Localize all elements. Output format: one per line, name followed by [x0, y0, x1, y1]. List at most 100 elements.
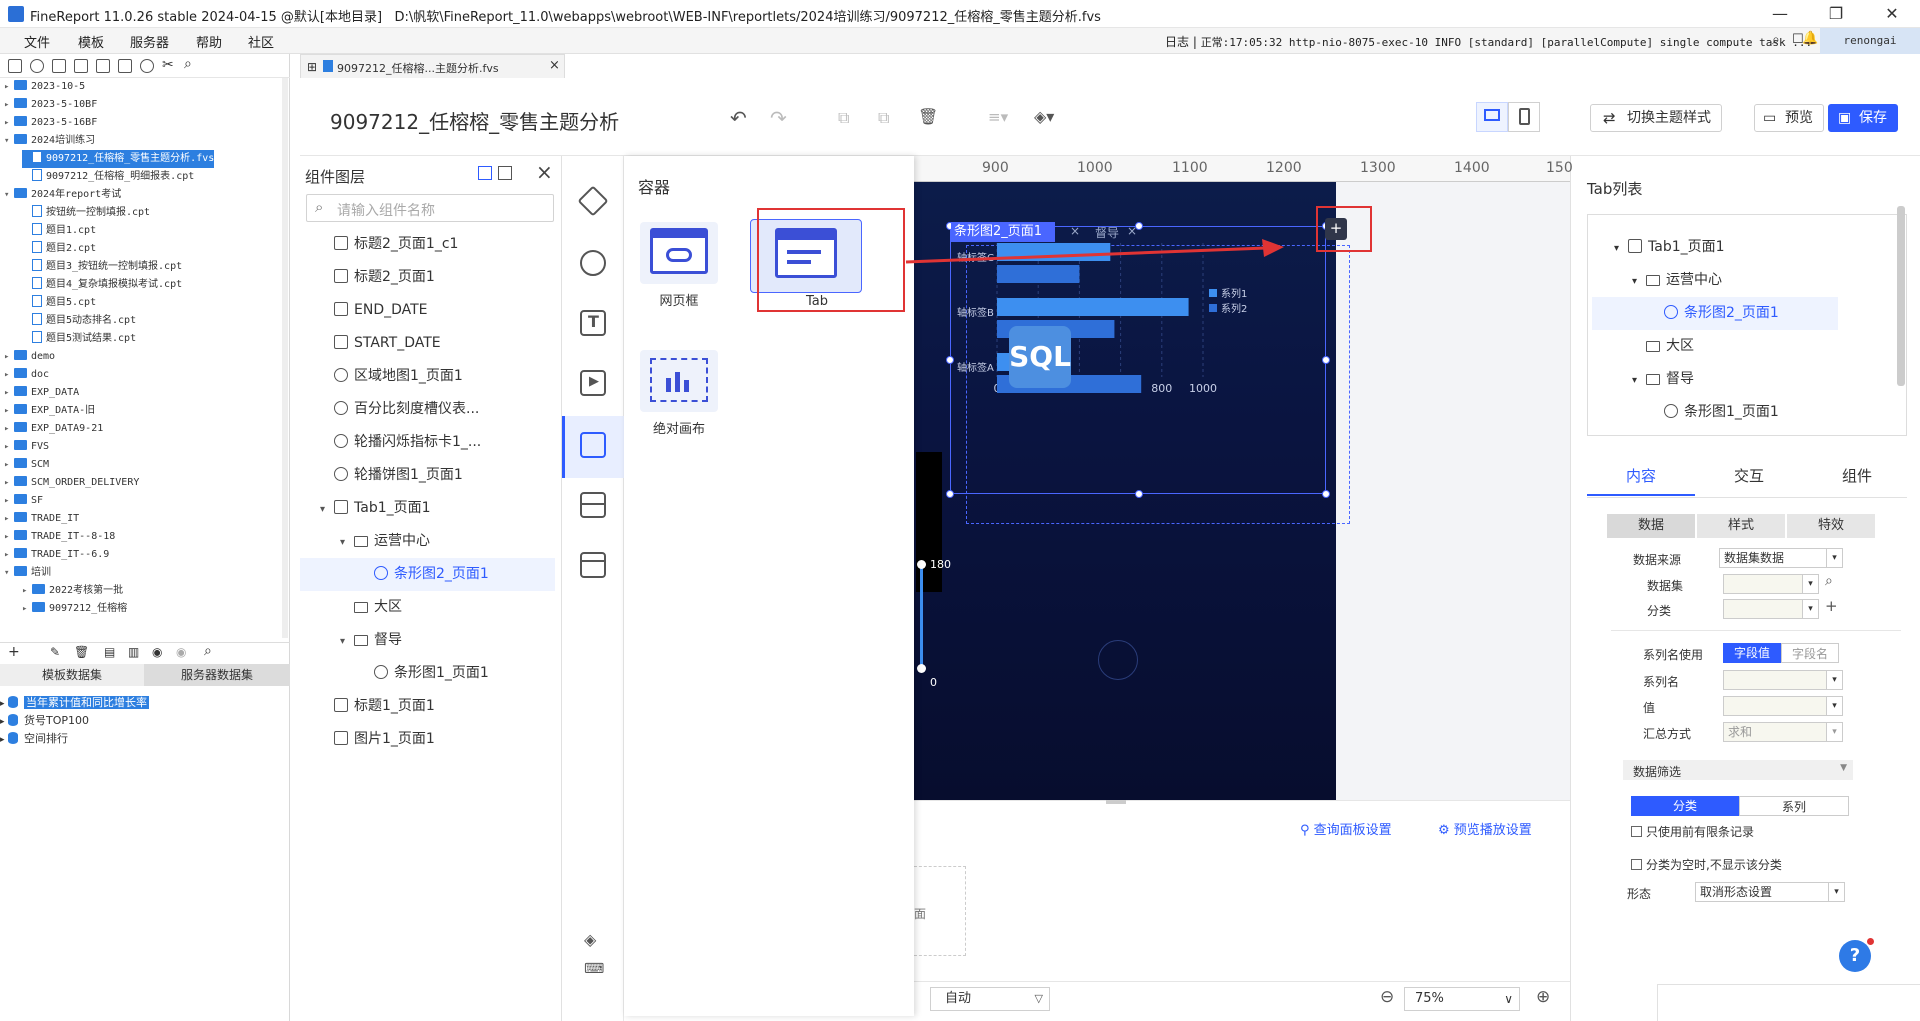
layer-row[interactable]: 轮播饼图1_页面1 [300, 459, 555, 492]
layer-row[interactable]: END_DATE [300, 294, 555, 327]
morph-select[interactable]: 取消形态设置 ▾ [1695, 882, 1845, 902]
align-icon[interactable]: ≡▾ [988, 108, 1008, 126]
mobile-view-icon[interactable] [1508, 102, 1540, 132]
copy-icon[interactable] [118, 59, 132, 73]
zoom-in-icon[interactable]: ⊕ [1536, 987, 1550, 1007]
tree-folder[interactable]: ▸ demo [4, 348, 55, 366]
slider-handle[interactable] [917, 664, 926, 673]
tree-toggle-icon[interactable]: ▸ [4, 114, 14, 132]
chevron-down-icon[interactable]: ▾ [320, 493, 334, 526]
layer-row[interactable]: ▾ 运营中心 [300, 525, 555, 558]
tab-list-item[interactable]: 条形图2_页面1 [1592, 297, 1838, 330]
layer-row[interactable]: 区域地图1_页面1 [300, 360, 555, 393]
dataset-item[interactable]: ▸ 货号TOP100 [0, 712, 89, 730]
table-icon[interactable] [580, 492, 606, 518]
refresh-icon[interactable] [30, 59, 44, 73]
chevron-down-icon[interactable]: ▾ [340, 526, 354, 559]
layer-row[interactable]: 条形图2_页面1 [300, 558, 555, 591]
seg-field-value[interactable]: 字段值 [1723, 643, 1781, 663]
open-icon[interactable] [52, 59, 66, 73]
tab-list-item[interactable]: 条形图1_页面1 [1592, 396, 1838, 429]
data-source-select[interactable]: 数据集数据 ▾ [1719, 548, 1843, 568]
dataset-item[interactable]: ▸ 当年累计值和同比增长率 [0, 694, 149, 712]
layer-row[interactable]: 标题1_页面1 [300, 690, 555, 723]
tree-file[interactable]: 按钮统一控制填报.cpt [22, 204, 150, 222]
palette-item-iframe[interactable]: 网页框 [624, 212, 734, 312]
tree-toggle-icon[interactable]: ▸ [22, 600, 32, 618]
tree-file[interactable]: 9097212_任榕榕_明细报表.cpt [22, 168, 194, 186]
tree-file[interactable]: 9097212_任榕榕_零售主题分析.fvs [22, 150, 215, 168]
add-category-icon[interactable]: + [1825, 597, 1838, 615]
tree-folder[interactable]: ▾ 2024培训练习 [4, 132, 95, 150]
container-icon[interactable] [580, 432, 606, 458]
series-name-select[interactable]: ▾ [1723, 670, 1843, 690]
zoom-select[interactable]: 75% ∨ [1404, 987, 1520, 1011]
archive-icon[interactable] [580, 552, 606, 578]
tab-content[interactable]: 内容 [1587, 456, 1695, 496]
dataset-search-icon[interactable]: ⌕ [1825, 573, 1833, 589]
tree-toggle-icon[interactable]: ▸ [4, 456, 14, 474]
tab-server-dataset[interactable]: 服务器数据集 [144, 664, 290, 686]
chevron-down-icon[interactable]: ▾ [1632, 364, 1646, 397]
preview-button[interactable]: ▭ 预览 [1754, 104, 1824, 132]
tree-folder[interactable]: ▸ TRADE_IT--8-18 [4, 528, 115, 546]
tree-toggle-icon[interactable]: ▸ [4, 474, 14, 492]
layer-row[interactable]: 大区 [300, 591, 555, 624]
switch-theme-button[interactable]: ⇄ 切换主题样式 [1590, 104, 1722, 132]
tree-folder[interactable]: ▸ EXP_DATA9-21 [4, 420, 103, 438]
tree-folder[interactable]: ▸ doc [4, 366, 49, 384]
minimize-icon[interactable]: — [1752, 0, 1808, 28]
connection-icon[interactable]: ▥ [128, 645, 139, 659]
preview-play-settings-link[interactable]: ⚙ 预览播放设置 [1438, 819, 1532, 838]
tree-folder[interactable]: ▸ EXP_DATA [4, 384, 79, 402]
tree-folder[interactable]: ▸ 2023-5-16BF [4, 114, 97, 132]
tree-toggle-icon[interactable]: ▸ [4, 420, 14, 438]
resize-handle[interactable] [946, 490, 954, 498]
collapse-icon[interactable]: ✂ [162, 57, 176, 73]
tree-toggle-icon[interactable]: ▸ [4, 402, 14, 420]
subtab-effect[interactable]: 特效 [1787, 514, 1875, 538]
log-status[interactable]: 日志 | 正常:17:05:32 http-nio-8075-exec-10 I… [1165, 33, 1812, 50]
menu-template[interactable]: 模板 [78, 32, 104, 51]
locate-icon[interactable] [140, 59, 154, 73]
seg-filter-series[interactable]: 系列 [1739, 796, 1849, 816]
tree-folder[interactable]: ▸ 2023-10-5 [4, 78, 85, 96]
subtab-data[interactable]: 数据 [1607, 514, 1695, 538]
tab-component[interactable]: 组件 [1803, 456, 1911, 496]
undo-icon[interactable]: ↶ [730, 106, 747, 130]
seg-field-name[interactable]: 字段名 [1781, 643, 1839, 663]
tree-file[interactable]: 题目1.cpt [22, 222, 96, 240]
copy-component-icon[interactable]: ⧉ [838, 108, 849, 128]
subtab-style[interactable]: 样式 [1697, 514, 1785, 538]
add-dataset-icon[interactable]: + [8, 644, 20, 660]
close-tab-icon[interactable]: × [549, 58, 560, 73]
only-first-checkbox[interactable]: 只使用前有限条记录 [1631, 823, 1754, 840]
tree-toggle-icon[interactable]: ▸ [4, 348, 14, 366]
layer-order-icon[interactable]: ◈▾ [1034, 107, 1054, 126]
slider-handle[interactable] [917, 560, 926, 569]
layer-search-input[interactable]: ⌕ 请输入组件名称 [306, 194, 554, 222]
tree-file[interactable]: 题目2.cpt [22, 240, 96, 258]
maximize-icon[interactable]: ❐ [1808, 0, 1864, 28]
save-button[interactable]: ▣ 保存 [1828, 104, 1898, 132]
tab-list-item[interactable]: 大区 [1592, 330, 1838, 363]
tab-template-dataset[interactable]: 模板数据集 [0, 664, 144, 686]
list-view-icon[interactable] [498, 166, 512, 180]
resize-handle[interactable] [946, 356, 954, 364]
layout-mode-select[interactable]: 自动 ▽ [930, 987, 1050, 1011]
widget-tab-close-icon[interactable]: × [1070, 224, 1080, 238]
tree-folder[interactable]: ▸ TRADE_IT [4, 510, 79, 528]
widget-tab-close-icon[interactable]: × [1127, 224, 1137, 238]
delete-icon[interactable] [96, 59, 110, 73]
tree-search-icon[interactable]: ⌕ [184, 56, 198, 72]
menu-server[interactable]: 服务器 [130, 32, 169, 51]
tree-folder[interactable]: ▾ 2024年report考试 [4, 186, 121, 204]
tab-interaction[interactable]: 交互 [1695, 456, 1803, 496]
chevron-down-icon[interactable]: ▾ [1632, 265, 1646, 298]
tree-file[interactable]: 题目3_按钮统一控制填报.cpt [22, 258, 182, 276]
hide-empty-checkbox[interactable]: 分类为空时,不显示该分类 [1631, 856, 1782, 873]
layer-row[interactable]: 轮播闪烁指标卡1_... [300, 426, 555, 459]
tree-toggle-icon[interactable]: ▾ [4, 186, 14, 204]
tree-file[interactable]: 题目5.cpt [22, 294, 96, 312]
palette-item-absolute-canvas[interactable]: 绝对画布 [624, 340, 734, 440]
